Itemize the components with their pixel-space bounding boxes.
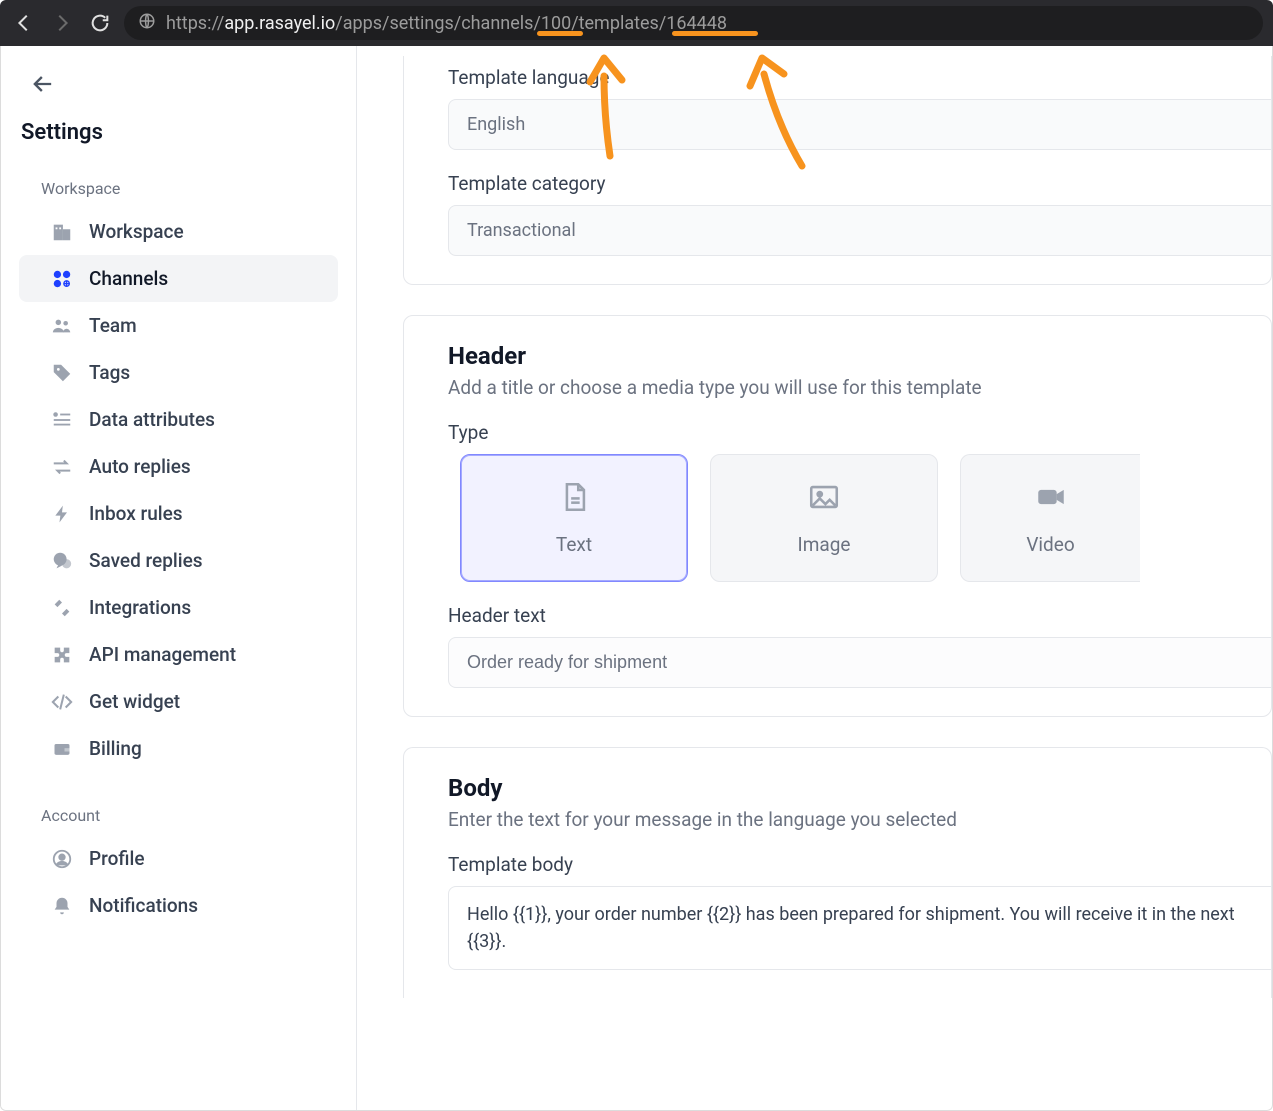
browser-forward-button[interactable] <box>48 9 76 37</box>
people-icon <box>49 315 75 337</box>
video-icon <box>1034 480 1068 519</box>
profile-icon <box>49 848 75 870</box>
sidebar-item-saved-replies[interactable]: Saved replies <box>19 537 338 584</box>
channels-icon <box>49 268 75 290</box>
sidebar-item-api-management[interactable]: API management <box>19 631 338 678</box>
body-card-title: Body <box>448 774 1271 802</box>
template-category-select[interactable]: Transactional <box>448 205 1271 256</box>
sidebar-item-label: Workspace <box>89 220 184 243</box>
main-content: Template language English Template categ… <box>357 46 1272 1110</box>
header-type-image[interactable]: Image <box>710 454 938 582</box>
type-label-video: Video <box>1026 533 1074 556</box>
url-host: app.rasayel.io <box>224 13 335 34</box>
header-type-label: Type <box>448 421 1271 444</box>
url-text: https://app.rasayel.io/apps/settings/cha… <box>166 13 727 34</box>
header-text-label: Header text <box>448 604 1271 627</box>
chat-icon <box>49 550 75 572</box>
template-language-select[interactable]: English <box>448 99 1271 150</box>
sidebar-item-channels[interactable]: Channels <box>19 255 338 302</box>
building-icon <box>49 221 75 243</box>
sidebar-item-label: Billing <box>89 737 142 760</box>
sidebar-item-label: Data attributes <box>89 408 215 431</box>
bell-icon <box>49 895 75 917</box>
sidebar-item-integrations[interactable]: Integrations <box>19 584 338 631</box>
sidebar-item-label: API management <box>89 643 236 666</box>
sidebar-item-billing[interactable]: Billing <box>19 725 338 772</box>
sidebar-item-label: Channels <box>89 267 168 290</box>
header-card-subtitle: Add a title or choose a media type you w… <box>448 376 1271 399</box>
sidebar-item-data-attributes[interactable]: Data attributes <box>19 396 338 443</box>
sidebar-item-label: Tags <box>89 361 130 384</box>
body-card: Body Enter the text for your message in … <box>403 747 1272 998</box>
browser-reload-button[interactable] <box>86 9 114 37</box>
tag-icon <box>49 362 75 384</box>
sidebar-item-inbox-rules[interactable]: Inbox rules <box>19 490 338 537</box>
sidebar-item-label: Auto replies <box>89 455 191 478</box>
code-icon <box>49 691 75 713</box>
sidebar-item-label: Integrations <box>89 596 191 619</box>
sidebar-section-workspace: Workspace <box>1 173 356 208</box>
template-language-label: Template language <box>448 66 1271 89</box>
sidebar-item-team[interactable]: Team <box>19 302 338 349</box>
sidebar-item-notifications[interactable]: Notifications <box>19 882 338 929</box>
browser-back-button[interactable] <box>10 9 38 37</box>
list-icon <box>49 409 75 431</box>
annotation-underline-2 <box>672 31 758 36</box>
puzzle-icon <box>49 644 75 666</box>
sidebar-item-label: Profile <box>89 847 145 870</box>
sidebar-item-workspace[interactable]: Workspace <box>19 208 338 255</box>
sidebar-back-button[interactable] <box>1 62 356 114</box>
template-category-label: Template category <box>448 172 1271 195</box>
plug-icon <box>49 597 75 619</box>
header-text-input[interactable] <box>448 637 1271 688</box>
template-body-label: Template body <box>448 853 1271 876</box>
bolt-icon <box>49 503 75 525</box>
browser-chrome: https://app.rasayel.io/apps/settings/cha… <box>0 0 1273 46</box>
header-card: Header Add a title or choose a media typ… <box>403 315 1272 717</box>
sidebar-item-get-widget[interactable]: Get widget <box>19 678 338 725</box>
sidebar-item-label: Notifications <box>89 894 198 917</box>
type-label-image: Image <box>798 533 851 556</box>
sidebar-item-label: Team <box>89 314 137 337</box>
image-icon <box>807 480 841 519</box>
url-prefix: https:// <box>166 13 224 34</box>
template-basics-card: Template language English Template categ… <box>403 56 1272 285</box>
template-body-textarea[interactable]: Hello {{1}}, your order number {{2}} has… <box>448 886 1271 970</box>
wallet-icon <box>49 739 75 759</box>
globe-icon <box>138 12 156 35</box>
body-card-subtitle: Enter the text for your message in the l… <box>448 808 1271 831</box>
header-card-title: Header <box>448 342 1271 370</box>
header-type-video[interactable]: Video <box>960 454 1140 582</box>
sidebar-title: Settings <box>1 114 356 173</box>
sidebar-item-profile[interactable]: Profile <box>19 835 338 882</box>
sidebar-item-label: Saved replies <box>89 549 203 572</box>
address-bar[interactable]: https://app.rasayel.io/apps/settings/cha… <box>124 6 1263 40</box>
document-icon <box>557 480 591 519</box>
sidebar-item-label: Get widget <box>89 690 180 713</box>
settings-sidebar: Settings Workspace Workspace Channels Te… <box>1 46 357 1110</box>
sidebar-section-account: Account <box>1 800 356 835</box>
type-label-text: Text <box>556 533 592 556</box>
sidebar-item-label: Inbox rules <box>89 502 183 525</box>
sidebar-item-auto-replies[interactable]: Auto replies <box>19 443 338 490</box>
url-path: /apps/settings/channels/100/templates/16… <box>335 13 727 34</box>
sidebar-item-tags[interactable]: Tags <box>19 349 338 396</box>
repeat-icon <box>49 456 75 478</box>
annotation-underline-1 <box>537 31 583 36</box>
header-type-text[interactable]: Text <box>460 454 688 582</box>
